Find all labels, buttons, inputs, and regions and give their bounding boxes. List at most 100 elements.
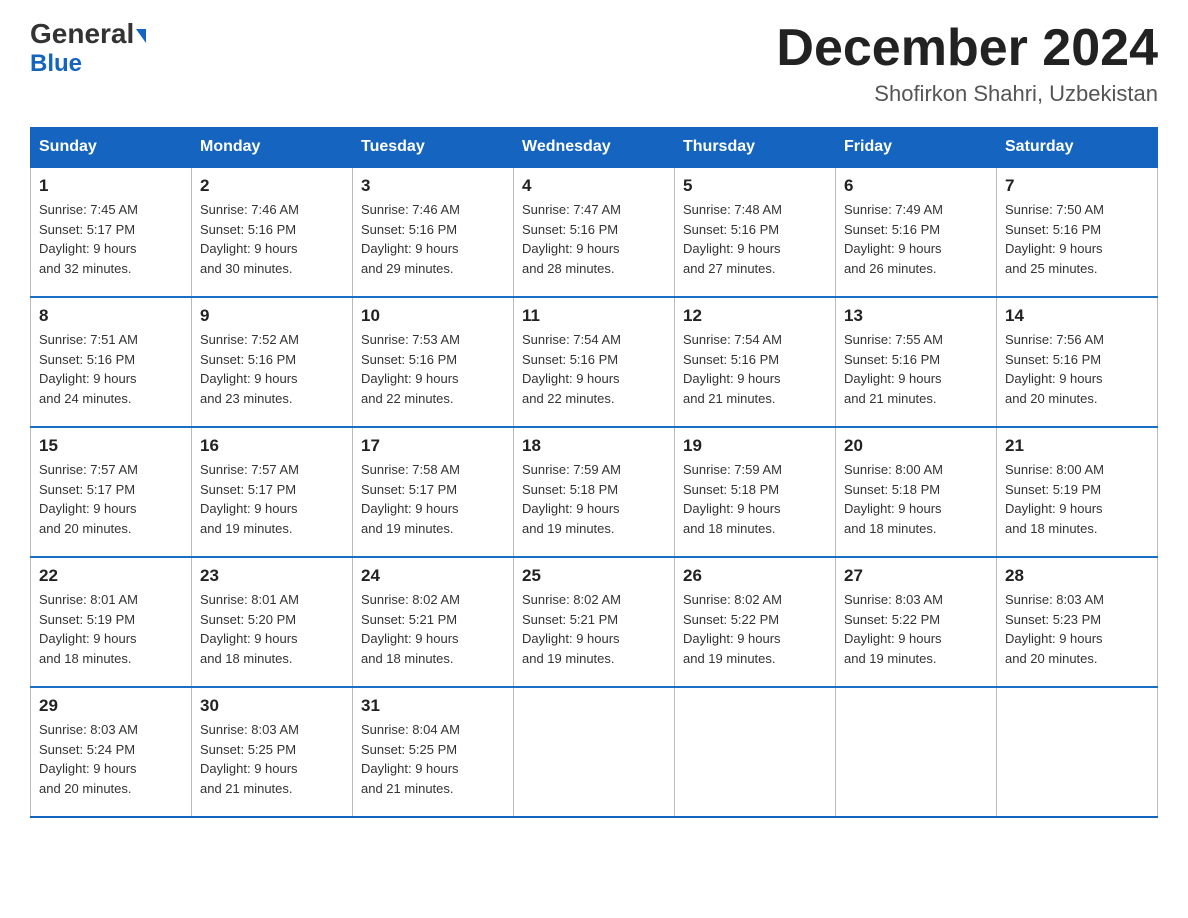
day-info: Sunrise: 7:47 AMSunset: 5:16 PMDaylight:… <box>522 200 666 278</box>
day-info: Sunrise: 8:04 AMSunset: 5:25 PMDaylight:… <box>361 720 505 798</box>
calendar-day-cell: 4 Sunrise: 7:47 AMSunset: 5:16 PMDaylight… <box>514 167 675 297</box>
calendar-day-cell: 28Sunrise: 8:03 AMSunset: 5:23 PMDayligh… <box>997 557 1158 687</box>
day-info: Sunrise: 7:46 AMSunset: 5:16 PMDaylight:… <box>200 200 344 278</box>
day-number: 11 <box>522 306 666 326</box>
day-info: Sunrise: 8:03 AMSunset: 5:22 PMDaylight:… <box>844 590 988 668</box>
col-thursday: Thursday <box>675 128 836 168</box>
day-info: Sunrise: 7:48 AMSunset: 5:16 PMDaylight:… <box>683 200 827 278</box>
calendar-day-cell <box>836 687 997 817</box>
title-block: December 2024 Shofirkon Shahri, Uzbekist… <box>776 20 1158 107</box>
calendar-table: Sunday Monday Tuesday Wednesday Thursday… <box>30 127 1158 818</box>
weekday-header-row: Sunday Monday Tuesday Wednesday Thursday… <box>31 128 1158 168</box>
calendar-day-cell: 24Sunrise: 8:02 AMSunset: 5:21 PMDayligh… <box>353 557 514 687</box>
calendar-day-cell <box>997 687 1158 817</box>
day-info: Sunrise: 7:52 AMSunset: 5:16 PMDaylight:… <box>200 330 344 408</box>
day-info: Sunrise: 7:55 AMSunset: 5:16 PMDaylight:… <box>844 330 988 408</box>
day-number: 6 <box>844 176 988 196</box>
day-number: 21 <box>1005 436 1149 456</box>
day-number: 17 <box>361 436 505 456</box>
day-info: Sunrise: 8:01 AMSunset: 5:19 PMDaylight:… <box>39 590 183 668</box>
day-info: Sunrise: 7:59 AMSunset: 5:18 PMDaylight:… <box>683 460 827 538</box>
day-info: Sunrise: 7:58 AMSunset: 5:17 PMDaylight:… <box>361 460 505 538</box>
day-number: 12 <box>683 306 827 326</box>
page-header: General Blue December 2024 Shofirkon Sha… <box>30 20 1158 107</box>
calendar-week-row: 15 Sunrise: 7:57 AMSunset: 5:17 PMDayligh… <box>31 427 1158 557</box>
day-info: Sunrise: 8:03 AMSunset: 5:25 PMDaylight:… <box>200 720 344 798</box>
calendar-day-cell: 15 Sunrise: 7:57 AMSunset: 5:17 PMDayligh… <box>31 427 192 557</box>
day-number: 23 <box>200 566 344 586</box>
day-number: 15 <box>39 436 183 456</box>
day-number: 20 <box>844 436 988 456</box>
col-wednesday: Wednesday <box>514 128 675 168</box>
calendar-day-cell: 13Sunrise: 7:55 AMSunset: 5:16 PMDayligh… <box>836 297 997 427</box>
calendar-day-cell: 30 Sunrise: 8:03 AMSunset: 5:25 PMDayligh… <box>192 687 353 817</box>
calendar-day-cell: 11 Sunrise: 7:54 AMSunset: 5:16 PMDayligh… <box>514 297 675 427</box>
calendar-day-cell: 2 Sunrise: 7:46 AMSunset: 5:16 PMDaylight… <box>192 167 353 297</box>
calendar-day-cell: 23 Sunrise: 8:01 AMSunset: 5:20 PMDayligh… <box>192 557 353 687</box>
day-number: 8 <box>39 306 183 326</box>
day-number: 31 <box>361 696 505 716</box>
logo-triangle-icon <box>136 29 146 43</box>
calendar-day-cell <box>514 687 675 817</box>
logo-general: General <box>30 20 146 48</box>
calendar-day-cell: 21 Sunrise: 8:00 AMSunset: 5:19 PMDayligh… <box>997 427 1158 557</box>
day-info: Sunrise: 7:53 AMSunset: 5:16 PMDaylight:… <box>361 330 505 408</box>
day-info: Sunrise: 8:00 AMSunset: 5:19 PMDaylight:… <box>1005 460 1149 538</box>
day-number: 18 <box>522 436 666 456</box>
calendar-day-cell: 8 Sunrise: 7:51 AMSunset: 5:16 PMDaylight… <box>31 297 192 427</box>
day-info: Sunrise: 7:49 AMSunset: 5:16 PMDaylight:… <box>844 200 988 278</box>
col-tuesday: Tuesday <box>353 128 514 168</box>
calendar-day-cell: 19 Sunrise: 7:59 AMSunset: 5:18 PMDayligh… <box>675 427 836 557</box>
day-info: Sunrise: 7:54 AMSunset: 5:16 PMDaylight:… <box>522 330 666 408</box>
day-number: 5 <box>683 176 827 196</box>
calendar-day-cell: 22 Sunrise: 8:01 AMSunset: 5:19 PMDayligh… <box>31 557 192 687</box>
logo-blue: Blue <box>30 50 82 78</box>
calendar-day-cell: 25Sunrise: 8:02 AMSunset: 5:21 PMDayligh… <box>514 557 675 687</box>
calendar-day-cell: 29 Sunrise: 8:03 AMSunset: 5:24 PMDayligh… <box>31 687 192 817</box>
day-info: Sunrise: 7:54 AMSunset: 5:16 PMDaylight:… <box>683 330 827 408</box>
col-monday: Monday <box>192 128 353 168</box>
day-number: 3 <box>361 176 505 196</box>
col-friday: Friday <box>836 128 997 168</box>
day-info: Sunrise: 8:02 AMSunset: 5:21 PMDaylight:… <box>522 590 666 668</box>
day-number: 27 <box>844 566 988 586</box>
day-info: Sunrise: 7:51 AMSunset: 5:16 PMDaylight:… <box>39 330 183 408</box>
calendar-body: 1Sunrise: 7:45 AMSunset: 5:17 PMDaylight… <box>31 167 1158 817</box>
calendar-day-cell: 16Sunrise: 7:57 AMSunset: 5:17 PMDayligh… <box>192 427 353 557</box>
calendar-day-cell: 9 Sunrise: 7:52 AMSunset: 5:16 PMDaylight… <box>192 297 353 427</box>
day-info: Sunrise: 7:57 AMSunset: 5:17 PMDaylight:… <box>39 460 183 538</box>
day-number: 14 <box>1005 306 1149 326</box>
day-info: Sunrise: 7:45 AMSunset: 5:17 PMDaylight:… <box>39 200 183 278</box>
day-info: Sunrise: 8:03 AMSunset: 5:24 PMDaylight:… <box>39 720 183 798</box>
calendar-week-row: 1Sunrise: 7:45 AMSunset: 5:17 PMDaylight… <box>31 167 1158 297</box>
calendar-week-row: 8 Sunrise: 7:51 AMSunset: 5:16 PMDaylight… <box>31 297 1158 427</box>
calendar-day-cell: 18Sunrise: 7:59 AMSunset: 5:18 PMDayligh… <box>514 427 675 557</box>
day-info: Sunrise: 8:01 AMSunset: 5:20 PMDaylight:… <box>200 590 344 668</box>
day-number: 4 <box>522 176 666 196</box>
calendar-day-cell: 10Sunrise: 7:53 AMSunset: 5:16 PMDayligh… <box>353 297 514 427</box>
day-number: 22 <box>39 566 183 586</box>
day-number: 19 <box>683 436 827 456</box>
calendar-day-cell <box>675 687 836 817</box>
day-number: 30 <box>200 696 344 716</box>
calendar-day-cell: 20 Sunrise: 8:00 AMSunset: 5:18 PMDayligh… <box>836 427 997 557</box>
location-subtitle: Shofirkon Shahri, Uzbekistan <box>776 81 1158 107</box>
calendar-day-cell: 12 Sunrise: 7:54 AMSunset: 5:16 PMDayligh… <box>675 297 836 427</box>
day-info: Sunrise: 7:46 AMSunset: 5:16 PMDaylight:… <box>361 200 505 278</box>
calendar-day-cell: 7Sunrise: 7:50 AMSunset: 5:16 PMDaylight… <box>997 167 1158 297</box>
day-number: 24 <box>361 566 505 586</box>
month-title: December 2024 <box>776 20 1158 77</box>
day-info: Sunrise: 7:56 AMSunset: 5:16 PMDaylight:… <box>1005 330 1149 408</box>
calendar-day-cell: 26Sunrise: 8:02 AMSunset: 5:22 PMDayligh… <box>675 557 836 687</box>
day-number: 29 <box>39 696 183 716</box>
day-info: Sunrise: 8:00 AMSunset: 5:18 PMDaylight:… <box>844 460 988 538</box>
logo: General Blue <box>30 20 146 78</box>
day-info: Sunrise: 7:57 AMSunset: 5:17 PMDaylight:… <box>200 460 344 538</box>
day-number: 9 <box>200 306 344 326</box>
calendar-day-cell: 31 Sunrise: 8:04 AMSunset: 5:25 PMDayligh… <box>353 687 514 817</box>
calendar-day-cell: 5 Sunrise: 7:48 AMSunset: 5:16 PMDaylight… <box>675 167 836 297</box>
calendar-day-cell: 27 Sunrise: 8:03 AMSunset: 5:22 PMDayligh… <box>836 557 997 687</box>
calendar-day-cell: 1Sunrise: 7:45 AMSunset: 5:17 PMDaylight… <box>31 167 192 297</box>
day-number: 2 <box>200 176 344 196</box>
calendar-day-cell: 17 Sunrise: 7:58 AMSunset: 5:17 PMDayligh… <box>353 427 514 557</box>
